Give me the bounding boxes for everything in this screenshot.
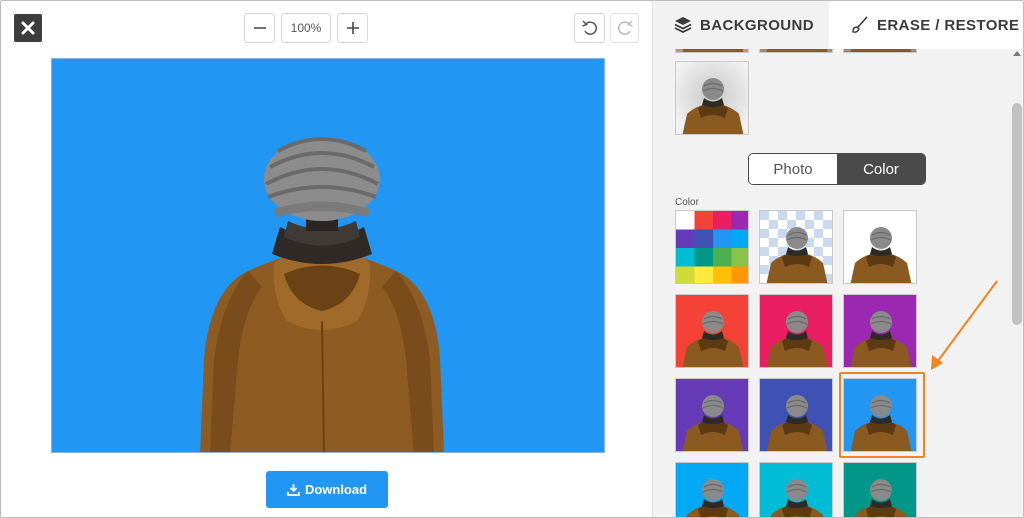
palette-cell [713,229,732,249]
palette-cell [694,229,714,249]
color-swatch-light-blue[interactable] [675,462,749,517]
tab-background-label: BACKGROUND [700,16,814,34]
plus-icon [346,22,359,34]
toggle-color-option[interactable]: Color [837,154,925,184]
color-swatch-deep-purple[interactable] [675,378,749,452]
tab-erase-restore[interactable]: ERASE / RESTORE [829,1,1023,49]
editor-window: 100% Download BACKGROUND ERASE / RESTORE… [0,0,1024,518]
color-swatch-teal[interactable] [843,462,917,517]
zoom-level-text: 100% [290,21,322,35]
color-section-label: Color [675,197,699,208]
palette-cell [676,248,695,267]
palette-cell [676,211,695,230]
palette-cell [731,229,748,249]
side-panel: BACKGROUND ERASE / RESTORE Photo Color C… [652,1,1023,517]
scrollbar-thumb[interactable] [1012,103,1022,325]
background-options[interactable]: Photo Color Color [653,49,1023,517]
color-swatch-white[interactable] [843,210,917,284]
undo-button[interactable] [574,13,605,43]
photo-thumb[interactable] [843,49,917,53]
close-icon [21,21,35,35]
redo-icon [617,20,633,35]
palette-cell [713,211,732,230]
undo-icon [581,20,597,35]
palette-cell [694,266,714,283]
panel-tabs: BACKGROUND ERASE / RESTORE [653,1,1023,49]
download-button[interactable]: Download [266,471,388,508]
toggle-photo-option[interactable]: Photo [749,154,837,184]
close-button[interactable] [14,14,42,42]
photo-thumb[interactable] [759,49,833,53]
photo-color-toggle: Photo Color [748,153,926,185]
person-photo [200,137,444,452]
download-icon [287,484,300,496]
palette-cell [694,211,714,230]
panel-scrollbar[interactable] [1010,49,1023,517]
palette-cell [694,248,714,267]
tab-erase-label: ERASE / RESTORE [877,16,1020,34]
color-swatch-indigo[interactable] [759,378,833,452]
palette-cell [731,266,748,283]
color-swatch-red[interactable] [675,294,749,368]
zoom-level: 100% [281,13,331,43]
layers-icon [674,17,692,34]
palette-cell [713,248,732,267]
palette-cell [731,248,748,267]
color-swatch-cyan[interactable] [759,462,833,517]
minus-icon [253,27,266,29]
zoom-in-button[interactable] [337,13,368,43]
palette-cell [676,229,695,249]
transparent-swatch[interactable] [759,210,833,284]
scroll-up-arrow-icon[interactable] [1013,51,1021,56]
tab-background[interactable]: BACKGROUND [653,1,829,49]
image-canvas[interactable] [51,58,605,453]
palette-cell [713,266,732,283]
color-swatch-pink[interactable] [759,294,833,368]
color-swatch-blue[interactable] [843,378,917,452]
redo-button[interactable] [610,13,639,43]
annotation-arrow [931,280,998,370]
photo-thumb[interactable] [675,49,749,53]
photo-thumb-blur[interactable] [675,61,749,135]
palette-cell [731,211,748,230]
download-label: Download [304,482,368,497]
palette-cell [676,266,695,283]
color-swatch-purple[interactable] [843,294,917,368]
zoom-out-button[interactable] [244,13,275,43]
color-palette-swatch[interactable] [675,210,749,284]
brush-icon [852,16,868,33]
